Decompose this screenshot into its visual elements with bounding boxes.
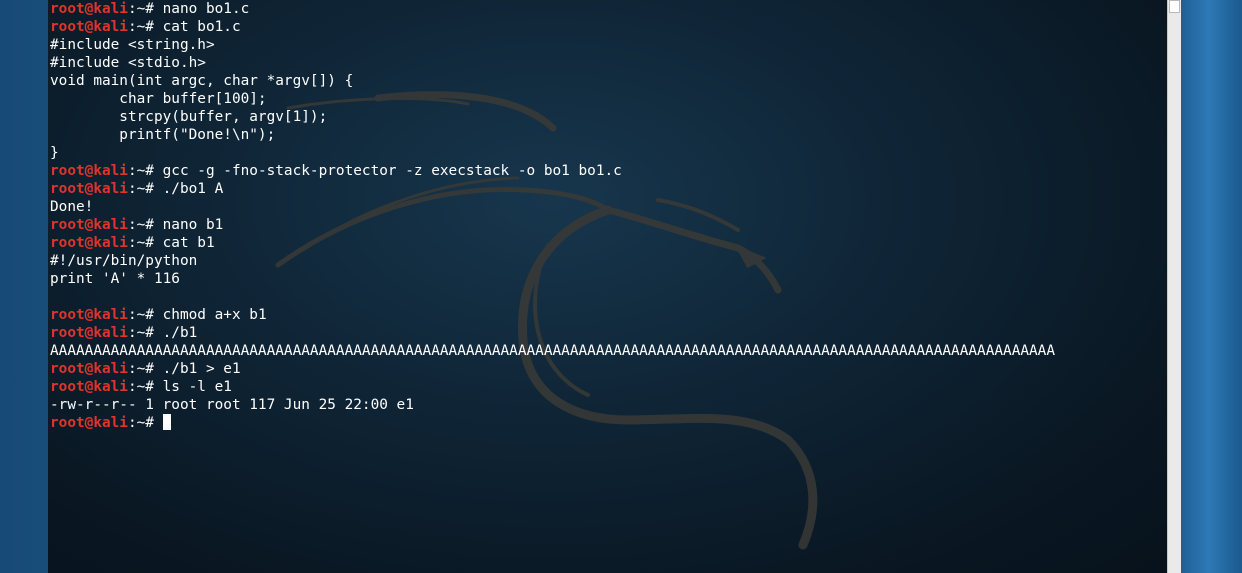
terminal-scrollbar[interactable] [1167,0,1181,573]
output-line: void main(int argc, char *argv[]) { [50,73,354,89]
output-line: Done! [50,199,94,215]
prompt-user-host: root@kali [50,1,128,17]
prompt-separator: :~# [127,307,163,323]
output-line: } [50,145,59,161]
command-text: cat bo1.c [162,19,241,35]
prompt-separator: :~# [127,415,163,431]
terminal-output[interactable]: root@kali:~# nano bo1.c root@kali:~# cat … [50,0,1055,432]
prompt-user-host: root@kali [50,217,128,233]
prompt-separator: :~# [127,217,163,233]
command-line: root@kali:~# cat bo1.c [50,18,1055,36]
active-prompt-line: root@kali:~# [50,414,1055,432]
prompt-user-host: root@kali [50,325,128,341]
prompt-separator: :~# [127,19,163,35]
prompt-user-host: root@kali [50,235,128,251]
output-line: strcpy(buffer, argv[1]); [50,109,328,125]
command-text: chmod a+x b1 [162,307,267,323]
prompt-user-host: root@kali [50,415,128,431]
prompt-user-host: root@kali [50,181,128,197]
command-line: root@kali:~# ./bo1 A [50,180,1055,198]
terminal-window[interactable]: root@kali:~# nano bo1.c root@kali:~# cat … [48,0,1167,573]
command-text: ./b1 [162,325,198,341]
output-line: #include <string.h> [50,37,215,53]
command-line: root@kali:~# nano b1 [50,216,1055,234]
command-line: root@kali:~# ./b1 [50,324,1055,342]
prompt-separator: :~# [127,163,163,179]
command-line: root@kali:~# ls -l e1 [50,378,1055,396]
text-cursor[interactable] [162,414,171,430]
command-text: nano bo1.c [162,1,250,17]
command-text: ./bo1 A [162,181,224,197]
output-line: printf("Done!\n"); [50,127,276,143]
command-line: root@kali:~# nano bo1.c [50,0,1055,18]
output-line: char buffer[100]; [50,91,267,107]
command-text: gcc -g -fno-stack-protector -z execstack… [162,163,622,179]
prompt-user-host: root@kali [50,163,128,179]
command-line: root@kali:~# ./b1 > e1 [50,360,1055,378]
output-line: #include <stdio.h> [50,55,206,71]
command-line: root@kali:~# cat b1 [50,234,1055,252]
desktop-background-right [1181,0,1242,573]
prompt-separator: :~# [127,361,163,377]
scrollbar-thumb[interactable] [1169,0,1180,13]
prompt-user-host: root@kali [50,19,128,35]
output-line: -rw-r--r-- 1 root root 117 Jun 25 22:00 … [50,397,414,413]
prompt-separator: :~# [127,235,163,251]
prompt-separator: :~# [127,325,163,341]
command-text: ./b1 > e1 [162,361,241,377]
prompt-separator: :~# [127,181,163,197]
output-line: print 'A' * 116 [50,271,180,287]
prompt-user-host: root@kali [50,361,128,377]
output-line: AAAAAAAAAAAAAAAAAAAAAAAAAAAAAAAAAAAAAAAA… [50,343,1056,359]
command-text: nano b1 [162,217,224,233]
prompt-user-host: root@kali [50,307,128,323]
prompt-separator: :~# [127,1,163,17]
prompt-user-host: root@kali [50,379,128,395]
command-text: cat b1 [162,235,215,251]
command-line: root@kali:~# chmod a+x b1 [50,306,1055,324]
output-line: #!/usr/bin/python [50,253,198,269]
prompt-separator: :~# [127,379,163,395]
command-text: ls -l e1 [162,379,232,395]
command-line: root@kali:~# gcc -g -fno-stack-protector… [50,162,1055,180]
